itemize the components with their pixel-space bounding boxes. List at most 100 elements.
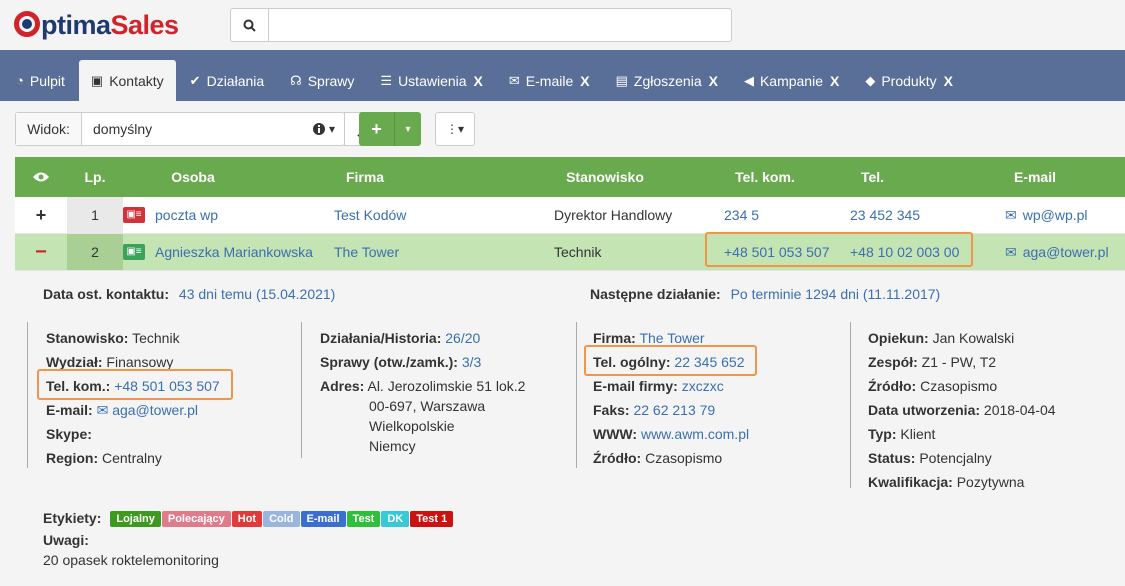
team-value: Z1 - PW, T2 <box>921 354 997 370</box>
phone-link[interactable]: 23 452 345 <box>850 197 920 233</box>
collapse-row-button[interactable]: − <box>15 234 67 270</box>
www-label: WWW: <box>593 426 638 442</box>
header-lp[interactable]: Lp. <box>67 157 123 197</box>
actions-history-link[interactable]: 26/20 <box>445 330 480 346</box>
info-dropdown-icon[interactable]: ▾ <box>304 122 344 136</box>
column-divider <box>576 322 577 468</box>
next-action-value[interactable]: Po terminie 1294 dni (11.11.2017) <box>731 286 941 302</box>
created-label: Data utworzenia: <box>868 402 981 418</box>
tab-działania[interactable]: ✔ Działania <box>178 60 277 101</box>
column-divider <box>27 322 28 468</box>
tag-badge[interactable]: Test <box>346 511 381 527</box>
table-row-selected[interactable]: − 2 ▣≡ Agnieszka Mariankowska The Tower … <box>15 232 1125 271</box>
address-line3: Wielkopolskie <box>369 418 455 434</box>
contact-card-icon: ▣≡ <box>123 244 145 260</box>
source-value: Czasopismo <box>920 378 998 394</box>
tag-badge[interactable]: E-mail <box>300 511 346 527</box>
company-email-link[interactable]: zxczxc <box>682 378 724 394</box>
close-tab-icon[interactable]: X <box>944 73 953 89</box>
envelope-icon: ✉ <box>1005 206 1017 223</box>
company-email-label: E-mail firmy: <box>593 378 678 394</box>
owner-value: Jan Kowalski <box>932 330 1015 346</box>
header-mobile[interactable]: Tel. kom. <box>705 157 825 197</box>
cases-link[interactable]: 3/3 <box>462 354 481 370</box>
tab-sprawy[interactable]: ☊ Sprawy <box>278 60 366 101</box>
tab-label: Działania <box>206 72 265 89</box>
eye-icon <box>33 172 49 182</box>
tab-zgłoszenia[interactable]: ▤ Zgłoszenia X <box>604 60 730 101</box>
tab-label: Kontakty <box>109 72 164 89</box>
actions-history-label: Działania/Historia: <box>320 330 442 346</box>
more-vertical-icon: ⋮▾ <box>445 122 465 136</box>
source-label: Źródło: <box>593 450 642 466</box>
logo-text-optima: ptima <box>41 10 111 40</box>
add-button[interactable]: + ▾ <box>359 112 421 146</box>
close-tab-icon[interactable]: X <box>580 73 589 89</box>
fax-link[interactable]: 22 62 213 79 <box>633 402 715 418</box>
close-tab-icon[interactable]: X <box>830 73 839 89</box>
tab-ustawienia[interactable]: ☰ Ustawienia X <box>368 60 494 101</box>
plus-icon[interactable]: + <box>359 112 395 146</box>
global-search <box>230 8 732 42</box>
fax-label: Faks: <box>593 402 630 418</box>
column-divider <box>301 322 302 458</box>
mobile-link[interactable]: 234 5 <box>724 197 759 233</box>
type-value: Klient <box>900 426 936 442</box>
tag-badge[interactable]: Hot <box>231 511 263 527</box>
contact-card-icon: ▣≡ <box>123 207 145 223</box>
type-label: Typ: <box>868 426 897 442</box>
header-person[interactable]: Osoba <box>123 157 263 197</box>
tag-badge[interactable]: Cold <box>263 511 300 527</box>
tab-kontakty[interactable]: ▣ Kontakty <box>78 60 176 101</box>
header-position[interactable]: Stanowisko <box>535 157 675 197</box>
tag-badge[interactable]: Polecający <box>161 511 231 527</box>
close-tab-icon[interactable]: X <box>709 73 718 89</box>
email-link[interactable]: aga@tower.pl <box>1023 244 1109 260</box>
email-link[interactable]: wp@wp.pl <box>1023 207 1088 223</box>
email-value-link[interactable]: aga@tower.pl <box>112 402 198 418</box>
envelope-icon: ✉ <box>508 72 520 88</box>
tag-badge[interactable]: DK <box>381 511 410 527</box>
add-dropdown-caret-icon[interactable]: ▾ <box>395 112 421 146</box>
handshake-icon: ☊ <box>290 72 302 88</box>
view-select[interactable]: Widok: domyślny ▾ <box>15 112 345 146</box>
header-company[interactable]: Firma <box>295 157 435 197</box>
source-label: Źródło: <box>868 378 917 394</box>
tab-pulpit[interactable]: ◔ Pulpit <box>4 60 77 101</box>
search-input[interactable] <box>269 9 731 41</box>
contacts-table: Lp. Osoba Firma Stanowisko Tel. kom. Tel… <box>15 157 1125 271</box>
position-label: Stanowisko: <box>46 330 129 346</box>
address-label: Adres: <box>320 378 365 394</box>
status-label: Status: <box>868 450 916 466</box>
table-header: Lp. Osoba Firma Stanowisko Tel. kom. Tel… <box>15 157 1125 197</box>
top-bar: ptimaSales <box>0 0 1125 50</box>
table-row[interactable]: + 1 ▣≡ poczta wp Test Kodów Dyrektor Han… <box>15 197 1125 234</box>
region-value: Centralny <box>102 450 162 466</box>
header-phone[interactable]: Tel. <box>825 157 920 197</box>
www-link[interactable]: www.awm.com.pl <box>641 426 749 442</box>
tag-badge[interactable]: Lojalny <box>110 511 161 527</box>
owner-label: Opiekun: <box>868 330 929 346</box>
tab-e-maile[interactable]: ✉ E-maile X <box>497 60 602 101</box>
person-link[interactable]: Agnieszka Mariankowska <box>155 244 313 260</box>
visibility-column-icon[interactable] <box>15 157 67 197</box>
bullhorn-icon: ◀ <box>743 72 754 88</box>
check-circle-icon: ✔ <box>189 72 201 88</box>
expand-row-button[interactable]: + <box>15 197 67 233</box>
more-actions-button[interactable]: ⋮▾ <box>435 112 475 146</box>
person-link[interactable]: poczta wp <box>155 207 218 223</box>
company-value-link[interactable]: The Tower <box>639 330 704 346</box>
search-button[interactable] <box>231 9 269 41</box>
general-phone-highlight <box>584 345 757 376</box>
tab-kampanie[interactable]: ◀ Kampanie X <box>732 60 851 101</box>
company-link[interactable]: Test Kodów <box>334 197 406 233</box>
tab-produkty[interactable]: ◆ Produkty X <box>853 60 965 101</box>
last-contact-value[interactable]: 43 dni temu (15.04.2021) <box>179 286 335 302</box>
close-tab-icon[interactable]: X <box>474 73 483 89</box>
header-email[interactable]: E-mail <box>975 157 1095 197</box>
region-label: Region: <box>46 450 99 466</box>
created-value: 2018-04-04 <box>983 402 1056 418</box>
tag-badge[interactable]: Test 1 <box>410 511 454 527</box>
optimasales-logo[interactable]: ptimaSales <box>14 8 179 41</box>
company-link[interactable]: The Tower <box>334 234 399 270</box>
